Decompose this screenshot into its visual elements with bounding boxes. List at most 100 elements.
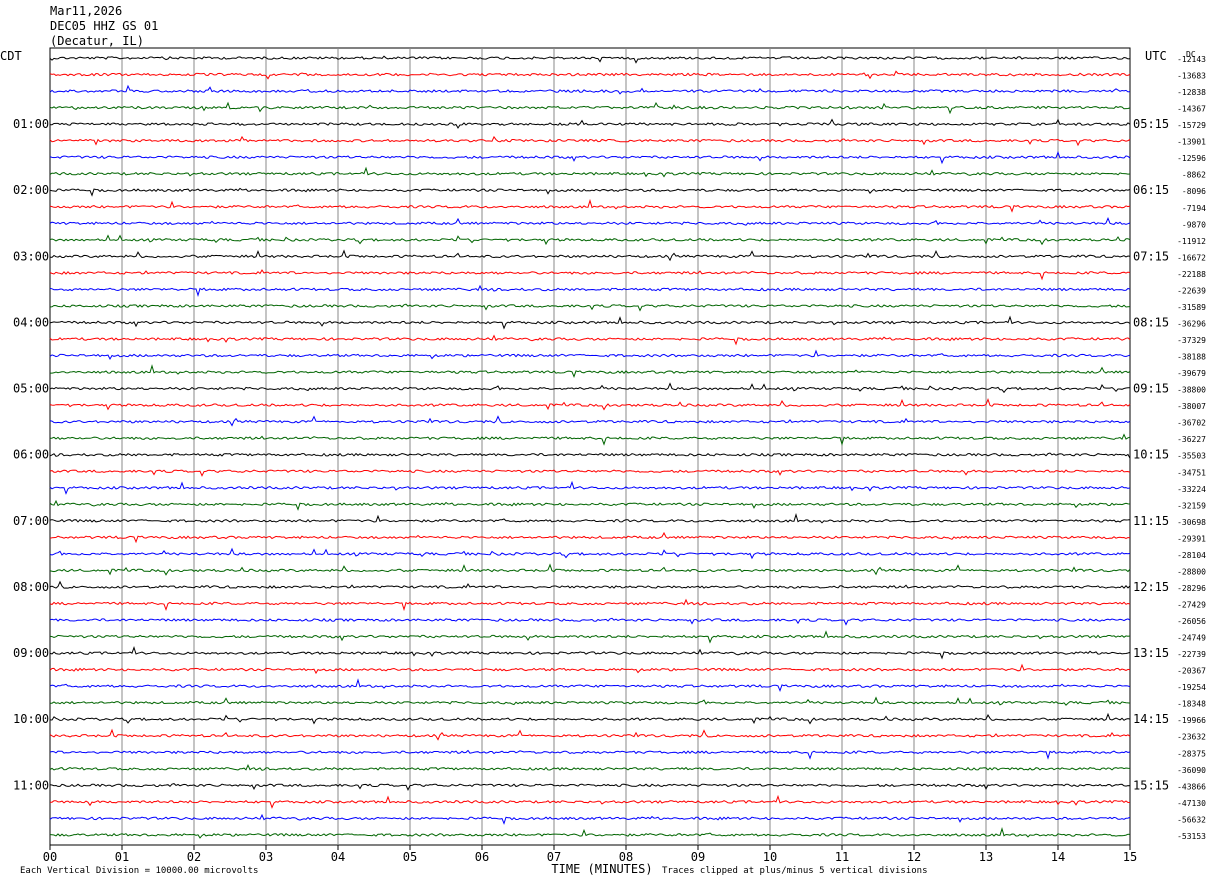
x-tick-label: 09 xyxy=(691,850,705,864)
cdt-hour-label: 10:00 xyxy=(13,712,49,726)
seismic-trace xyxy=(49,712,1131,725)
x-axis-title: TIME (MINUTES) xyxy=(551,862,652,876)
x-tick-label: 04 xyxy=(331,850,345,864)
trace-offset-label: -36296 xyxy=(1177,319,1206,328)
seismic-trace xyxy=(49,749,1131,760)
trace-offset-label: -28800 xyxy=(1177,567,1206,576)
seismic-trace xyxy=(49,598,1131,612)
trace-offset-label: -22188 xyxy=(1177,270,1206,279)
utc-hour-label: 11:15 xyxy=(1133,514,1169,528)
seismogram-chart: 00 01 02 03 04 05 06 07 08 09 10 11 12 13 14 15TIME (MI… xyxy=(0,47,1206,876)
seismic-trace xyxy=(49,150,1131,165)
utc-hour-label: 08:15 xyxy=(1133,315,1169,329)
utc-hour-label: 15:15 xyxy=(1133,778,1169,792)
seismic-trace xyxy=(49,646,1131,660)
trace-offset-label: -22639 xyxy=(1177,286,1206,295)
seismic-trace xyxy=(49,198,1131,213)
seismic-trace xyxy=(49,512,1131,524)
seismic-trace xyxy=(49,55,1131,64)
utc-hour-label: 07:15 xyxy=(1133,249,1169,263)
trace-offset-label: -28375 xyxy=(1177,749,1206,758)
seismic-trace xyxy=(49,563,1131,576)
trace-offset-label: -36702 xyxy=(1177,419,1206,428)
clip-note: Traces clipped at plus/minus 5 vertical … xyxy=(662,866,928,876)
utc-hour-label: 10:15 xyxy=(1133,448,1169,462)
cdt-hour-label: 05:00 xyxy=(13,382,49,396)
trace-offset-label: -13683 xyxy=(1177,72,1206,81)
seismic-trace xyxy=(49,135,1131,147)
seismic-trace xyxy=(49,794,1131,809)
trace-offset-label: -56632 xyxy=(1177,815,1206,824)
seismic-trace xyxy=(49,813,1131,825)
x-tick-label: 06 xyxy=(475,850,489,864)
trace-offset-label: -38188 xyxy=(1177,353,1206,362)
seismic-trace xyxy=(49,349,1131,361)
trace-offset-label: -19966 xyxy=(1177,716,1206,725)
x-tick-label: 15 xyxy=(1123,850,1137,864)
seismic-trace xyxy=(49,269,1131,281)
seismic-trace xyxy=(49,696,1131,706)
seismic-trace xyxy=(50,118,1131,129)
seismic-trace xyxy=(49,499,1131,511)
plot-frame xyxy=(49,47,1131,846)
trace-offset-label: -28104 xyxy=(1177,551,1206,560)
trace-offset-label: -28296 xyxy=(1177,584,1206,593)
trace-offset-label: -38007 xyxy=(1177,402,1206,411)
utc-hour-label: 13:15 xyxy=(1133,646,1169,660)
trace-offset-label: -16672 xyxy=(1177,253,1206,262)
trace-offset-label: -20367 xyxy=(1177,667,1206,676)
seismic-trace xyxy=(49,480,1131,495)
seismic-trace xyxy=(49,630,1131,644)
cdt-hour-label: 09:00 xyxy=(13,646,49,660)
trace-offset-label: -31589 xyxy=(1177,303,1206,312)
trace-offset-label: -8096 xyxy=(1182,187,1206,196)
seismic-trace xyxy=(49,763,1131,771)
seismic-trace xyxy=(50,364,1131,378)
trace-offset-label: -8862 xyxy=(1182,171,1206,180)
seismic-trace xyxy=(49,580,1131,589)
trace-offset-label: -14367 xyxy=(1177,105,1206,114)
trace-offset-label: -23632 xyxy=(1177,733,1206,742)
seismic-trace xyxy=(49,663,1131,675)
trace-offset-label: -38800 xyxy=(1177,386,1206,395)
trace-offset-label: -12143 xyxy=(1177,55,1206,64)
seismic-trace xyxy=(49,531,1131,544)
utc-label: UTC xyxy=(1145,49,1167,63)
trace-offset-label: -13901 xyxy=(1177,138,1206,147)
cdt-hour-label: 04:00 xyxy=(13,315,49,329)
utc-hour-label: 06:15 xyxy=(1133,183,1169,197)
cdt-hour-label: 06:00 xyxy=(13,448,49,462)
trace-offset-label: -33224 xyxy=(1177,485,1206,494)
trace-offset-label: -30698 xyxy=(1177,518,1206,527)
scale-note: Each Vertical Division = 10000.00 microv… xyxy=(20,866,259,876)
seismic-trace xyxy=(49,827,1131,839)
trace-offset-label: -9870 xyxy=(1182,220,1206,229)
cdt-hour-label: 11:00 xyxy=(13,778,49,792)
trace-offset-label: -26056 xyxy=(1177,617,1206,626)
seismic-trace xyxy=(49,469,1131,477)
seismic-trace xyxy=(49,249,1131,262)
utc-hour-label: 12:15 xyxy=(1133,580,1169,594)
seismic-trace xyxy=(49,678,1131,692)
seismic-trace xyxy=(49,334,1131,346)
seismic-trace xyxy=(49,187,1131,197)
x-tick-label: 11 xyxy=(835,850,849,864)
x-tick-label: 03 xyxy=(259,850,273,864)
trace-offset-label: -32159 xyxy=(1177,501,1206,510)
x-tick-label: 02 xyxy=(187,850,201,864)
seismic-trace xyxy=(49,216,1131,226)
trace-offset-label: -18348 xyxy=(1177,700,1206,709)
x-tick-label: 00 xyxy=(43,850,57,864)
trace-offset-label: -27429 xyxy=(1177,600,1206,609)
trace-offset-label: -36090 xyxy=(1177,766,1206,775)
seismic-trace xyxy=(49,728,1131,741)
seismic-trace xyxy=(49,382,1131,394)
utc-hour-label: 05:15 xyxy=(1133,117,1169,131)
seismic-trace xyxy=(49,452,1131,459)
cdt-label: CDT xyxy=(0,49,22,63)
seismic-trace xyxy=(49,284,1131,298)
cdt-hour-label: 03:00 xyxy=(13,249,49,263)
seismic-trace xyxy=(49,398,1131,411)
trace-offset-label: -24749 xyxy=(1177,634,1206,643)
seismic-trace xyxy=(49,433,1131,446)
